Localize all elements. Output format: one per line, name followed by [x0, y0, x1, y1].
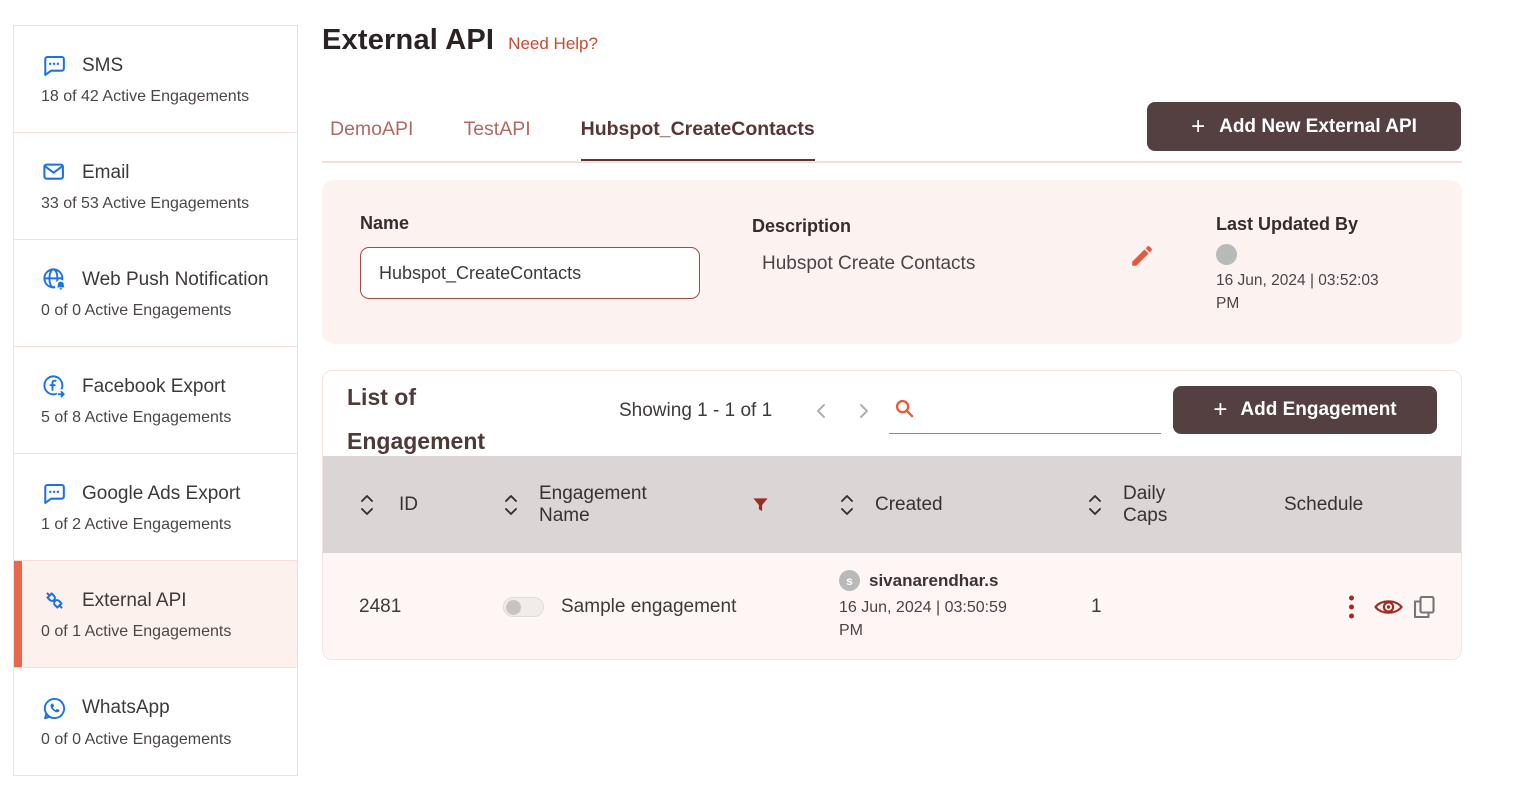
table-row: 2481 Sample engagement s sivanarendhar.s…	[323, 553, 1462, 660]
sidebar-item-status: 5 of 8 Active Engagements	[41, 409, 297, 427]
api-details-panel: Name Description Hubspot Create Contacts…	[322, 180, 1462, 344]
external-api-plug-icon	[41, 587, 68, 614]
created-at: 16 Jun, 2024 | 03:50:59 PM	[839, 596, 1014, 642]
sidebar-item-label: Email	[82, 162, 130, 184]
copy-icon[interactable]	[1411, 594, 1437, 621]
sidebar-item-status: 1 of 2 Active Engagements	[41, 516, 297, 534]
page-title: External API	[322, 24, 494, 57]
sidebar-item-status: 0 of 1 Active Engagements	[41, 623, 297, 641]
engagement-id: 2481	[359, 596, 401, 618]
sidebar-item-email[interactable]: Email 33 of 53 Active Engagements	[14, 133, 297, 240]
avatar: s	[839, 570, 860, 591]
add-engagement-button[interactable]: + Add Engagement	[1173, 386, 1437, 434]
toggle-knob	[506, 600, 521, 615]
column-header-id: ID	[399, 494, 418, 516]
channel-sidebar: SMS 18 of 42 Active Engagements Email 33…	[13, 25, 298, 776]
avatar	[1216, 244, 1237, 265]
description-value: Hubspot Create Contacts	[762, 253, 975, 275]
sidebar-item-google-ads-export[interactable]: Google Ads Export 1 of 2 Active Engageme…	[14, 454, 297, 561]
sidebar-item-status: 33 of 53 Active Engagements	[41, 195, 297, 213]
sidebar-item-status: 18 of 42 Active Engagements	[41, 88, 297, 106]
tabs-divider	[322, 161, 1462, 163]
search-icon	[893, 397, 916, 420]
name-input[interactable]	[360, 247, 700, 299]
column-header-daily-caps: Daily Caps	[1123, 483, 1193, 527]
sidebar-item-status: 0 of 0 Active Engagements	[41, 731, 297, 749]
sidebar-item-label: External API	[82, 590, 187, 612]
sidebar-item-label: SMS	[82, 55, 123, 77]
email-icon	[41, 159, 68, 186]
api-tabs: DemoAPI TestAPI Hubspot_CreateContacts	[330, 118, 815, 163]
daily-caps-value: 1	[1091, 596, 1102, 618]
whatsapp-icon	[41, 695, 68, 722]
filter-icon[interactable]	[751, 495, 770, 514]
search-input[interactable]	[889, 393, 1161, 434]
sidebar-item-label: Facebook Export	[82, 376, 226, 398]
sms-chat-icon	[41, 52, 68, 79]
active-indicator	[14, 561, 22, 667]
plus-icon: +	[1213, 398, 1227, 422]
tab-hubspot-createcontacts[interactable]: Hubspot_CreateContacts	[581, 118, 815, 163]
tab-demoapi[interactable]: DemoAPI	[330, 118, 413, 163]
tab-testapi[interactable]: TestAPI	[463, 118, 530, 163]
add-new-external-api-label: Add New External API	[1219, 116, 1417, 138]
chevron-left-icon[interactable]	[813, 402, 831, 420]
eye-icon[interactable]	[1373, 595, 1404, 619]
engagement-name: Sample engagement	[561, 596, 736, 618]
sidebar-item-external-api[interactable]: External API 0 of 1 Active Engagements	[14, 561, 297, 668]
pagination-status: Showing 1 - 1 of 1	[619, 400, 772, 422]
sidebar-item-status: 0 of 0 Active Engagements	[41, 302, 297, 320]
sort-icon[interactable]	[839, 492, 855, 518]
created-cell: s sivanarendhar.s 16 Jun, 2024 | 03:50:5…	[839, 570, 1029, 642]
kebab-menu-icon[interactable]	[1347, 594, 1356, 621]
page-header: External API Need Help?	[322, 24, 598, 57]
column-header-schedule: Schedule	[1284, 494, 1363, 516]
engagement-list-panel: List of Engagement Showing 1 - 1 of 1 + …	[322, 370, 1462, 660]
add-engagement-label: Add Engagement	[1240, 399, 1396, 421]
sort-icon[interactable]	[1087, 492, 1103, 518]
last-updated-value: 16 Jun, 2024 | 03:52:03 PM	[1216, 269, 1396, 315]
engagement-table-header: ID Engagement Name Created Daily Caps Sc…	[323, 456, 1462, 553]
column-header-engagement-name: Engagement Name	[539, 483, 689, 527]
sort-icon[interactable]	[503, 492, 519, 518]
sidebar-item-web-push[interactable]: Web Push Notification 0 of 0 Active Enga…	[14, 240, 297, 347]
sidebar-item-label: Google Ads Export	[82, 483, 240, 505]
sidebar-item-label: Web Push Notification	[82, 269, 269, 291]
add-new-external-api-button[interactable]: + Add New External API	[1147, 102, 1461, 151]
description-label: Description	[752, 216, 975, 237]
need-help-link[interactable]: Need Help?	[508, 34, 598, 54]
sidebar-item-facebook-export[interactable]: Facebook Export 5 of 8 Active Engagement…	[14, 347, 297, 454]
name-label: Name	[360, 213, 700, 234]
plus-icon: +	[1191, 115, 1205, 139]
name-field-block: Name	[360, 213, 700, 299]
facebook-export-icon	[41, 373, 68, 400]
sidebar-item-sms[interactable]: SMS 18 of 42 Active Engagements	[14, 26, 297, 133]
chevron-right-icon[interactable]	[854, 402, 872, 420]
search-field	[889, 393, 1161, 434]
web-push-icon	[41, 266, 68, 293]
engagement-list-title: List of Engagement	[347, 375, 557, 463]
sidebar-item-whatsapp[interactable]: WhatsApp 0 of 0 Active Engagements	[14, 668, 297, 775]
description-block: Description Hubspot Create Contacts	[752, 216, 975, 275]
engagement-active-toggle[interactable]	[503, 597, 544, 617]
sidebar-item-label: WhatsApp	[82, 697, 170, 719]
sort-icon[interactable]	[359, 492, 375, 518]
last-updated-label: Last Updated By	[1216, 214, 1406, 235]
google-ads-export-icon	[41, 480, 68, 507]
column-header-created: Created	[875, 494, 943, 516]
last-updated-block: Last Updated By 16 Jun, 2024 | 03:52:03 …	[1216, 214, 1406, 315]
edit-pencil-icon[interactable]	[1128, 242, 1156, 270]
created-by-username: sivanarendhar.s	[869, 571, 998, 591]
